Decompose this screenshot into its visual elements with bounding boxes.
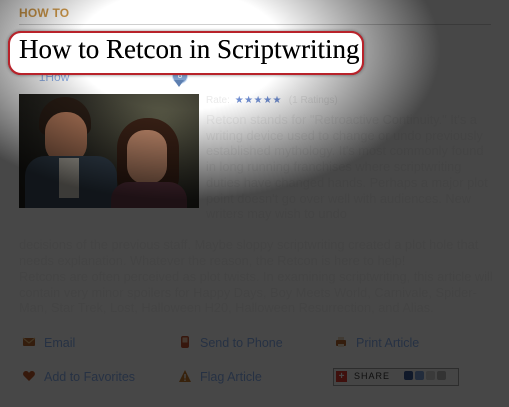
phone-icon (181, 336, 189, 348)
share-label: SHARE (354, 371, 391, 381)
share-services-icons (404, 371, 454, 382)
flag-article-link[interactable]: Flag Article (178, 369, 262, 384)
print-article-label: Print Article (356, 336, 420, 350)
article-photo (19, 94, 199, 208)
email-link[interactable]: Email (22, 335, 75, 350)
plus-icon: + (336, 371, 347, 382)
heart-icon (23, 371, 35, 381)
category-label: HOW TO (19, 6, 70, 20)
email-label: Email (44, 336, 76, 350)
email-icon (22, 337, 36, 346)
rating-count: (1 Ratings) (288, 95, 338, 106)
flag-article-label: Flag Article (200, 370, 262, 384)
printer-icon (336, 337, 346, 347)
rating-stars[interactable]: ★★★★★ (235, 95, 282, 106)
warning-icon (179, 370, 191, 382)
article-paragraph-1-wrap: Retcon stands for "Retroactive Continuit… (206, 112, 488, 222)
page-title-front: How to Retcon in Scriptwriting (19, 34, 360, 64)
rating: Rate: ★★★★★ (1 Ratings) (206, 95, 338, 106)
badge-ribbon-icon (174, 80, 184, 87)
divider (19, 24, 491, 25)
rating-label: Rate: (206, 95, 230, 106)
send-to-phone-label: Send to Phone (200, 336, 283, 350)
send-to-phone-link[interactable]: Send to Phone (178, 335, 283, 350)
add-to-favorites-label: Add to Favorites (44, 370, 136, 384)
article-paragraph-1-full: decisions of the previous staff. Maybe s… (19, 237, 479, 268)
print-article-link[interactable]: Print Article (334, 335, 419, 350)
add-to-favorites-link[interactable]: Add to Favorites (22, 369, 135, 384)
share-button[interactable]: + SHARE (333, 368, 459, 386)
article-paragraph-2: Retcons are often perceived as plot twis… (19, 269, 493, 316)
article-page: HOW TO How to Retcon in Scriptwriting By… (0, 0, 509, 407)
